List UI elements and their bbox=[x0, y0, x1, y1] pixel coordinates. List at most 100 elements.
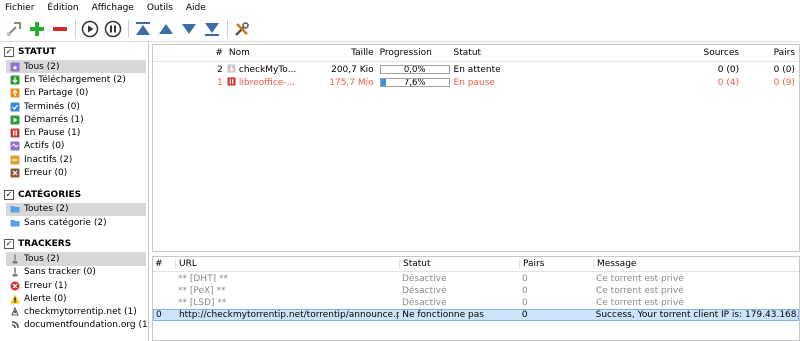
sidebar-item-uncategorized[interactable]: Sans catégorie (2) bbox=[0, 216, 148, 229]
sidebar-item-trackerless[interactable]: Sans tracker (0) bbox=[0, 266, 148, 279]
torrent-peers: 0 (0) bbox=[773, 64, 796, 75]
torrent-size: 175,7 Mio bbox=[329, 77, 374, 88]
tracker-peers: 0 bbox=[522, 274, 528, 284]
trackers-section-header[interactable]: ✓ TRACKERS bbox=[0, 236, 148, 252]
toolbar-separator bbox=[75, 19, 76, 38]
sidebar-item-paused[interactable]: En Pause (1) bbox=[0, 126, 148, 139]
sidebar-item-checkmytorrentip[interactable]: checkmytorrentip.net (1) bbox=[0, 305, 148, 318]
col-peers[interactable]: Pairs bbox=[743, 48, 799, 58]
categories-section-header[interactable]: ✓ CATÉGORIES bbox=[0, 187, 148, 203]
col-tracker-peers[interactable]: Pairs bbox=[519, 259, 593, 269]
col-url[interactable]: URL bbox=[175, 259, 399, 269]
add-torrent-icon[interactable] bbox=[27, 19, 47, 39]
sidebar-item-label: Alerte (0) bbox=[24, 293, 67, 304]
col-tracker-num[interactable]: # bbox=[153, 259, 175, 269]
checkbox-icon[interactable]: ✓ bbox=[4, 47, 14, 57]
col-status[interactable]: Statut bbox=[452, 48, 572, 58]
sidebar-item-label: Terminés (0) bbox=[24, 101, 80, 112]
tracker-row[interactable]: ** [DHT] ** Désactivé 0 Ce torrent est p… bbox=[153, 273, 799, 285]
delete-icon[interactable] bbox=[50, 19, 70, 39]
sidebar-item-error[interactable]: Erreur (0) bbox=[0, 166, 148, 179]
checkbox-icon[interactable]: ✓ bbox=[4, 189, 14, 200]
tracker-icon bbox=[10, 254, 20, 264]
torrent-progress: 7,6% bbox=[378, 78, 452, 87]
active-icon bbox=[10, 141, 20, 151]
sidebar-item-inactive[interactable]: Inactifs (2) bbox=[0, 153, 148, 166]
all-icon: ★ bbox=[10, 62, 20, 72]
pause-icon[interactable] bbox=[103, 19, 123, 39]
tracker-row-selected[interactable]: 0 http://checkmytorrentip.net/torrentip/… bbox=[153, 309, 799, 321]
sidebar-item-label: Démarrés (1) bbox=[24, 114, 84, 125]
sidebar-item-documentfoundation[interactable]: documentfoundation.org (1) bbox=[0, 319, 148, 332]
tracker-peers: 0 bbox=[522, 298, 528, 308]
torrent-size: 200,7 Kio bbox=[331, 64, 374, 75]
menu-bar: Fichier Édition Affichage Outils Aide bbox=[0, 0, 800, 16]
torrent-num: 1 bbox=[217, 77, 223, 88]
menu-help[interactable]: Aide bbox=[186, 3, 206, 13]
sidebar-item-completed[interactable]: Terminés (0) bbox=[0, 100, 148, 113]
tracker-url: ** [PeX] ** bbox=[178, 286, 226, 296]
torrent-paused-icon bbox=[227, 76, 239, 89]
col-tracker-status[interactable]: Statut bbox=[399, 259, 519, 269]
tracker-message: Ce torrent est privé bbox=[596, 298, 684, 308]
torrent-row[interactable]: 2 checkMyTo... 200,7 Kio 0,0% En attente… bbox=[153, 63, 799, 76]
sidebar-item-active[interactable]: Actifs (0) bbox=[0, 140, 148, 153]
top-priority-icon[interactable] bbox=[133, 19, 153, 39]
torrent-num: 2 bbox=[217, 64, 223, 75]
sidebar-item-seeding[interactable]: En Partage (0) bbox=[0, 87, 148, 100]
completed-icon bbox=[10, 102, 20, 112]
tracker-message: Ce torrent est privé bbox=[596, 274, 684, 284]
col-num[interactable]: # bbox=[153, 48, 227, 58]
menu-file[interactable]: Fichier bbox=[5, 3, 34, 13]
tracker-url: ** [DHT] ** bbox=[178, 274, 228, 284]
progress-bar: 0,0% bbox=[379, 65, 450, 74]
sidebar-item-label: En Téléchargement (2) bbox=[24, 74, 126, 85]
menu-tools[interactable]: Outils bbox=[147, 3, 173, 13]
sidebar-item-all[interactable]: ★ Tous (2) bbox=[6, 60, 146, 74]
sidebar-item-label: Tous (2) bbox=[24, 253, 60, 264]
tracker-site-icon bbox=[10, 320, 20, 330]
paused-icon bbox=[10, 128, 20, 138]
sidebar-item-all-categories[interactable]: Toutes (2) bbox=[6, 202, 146, 216]
sidebar-item-tracker-error[interactable]: Erreur (1) bbox=[0, 279, 148, 292]
col-name[interactable]: Nom bbox=[229, 48, 305, 58]
add-link-icon[interactable] bbox=[4, 19, 24, 39]
menu-edit[interactable]: Édition bbox=[47, 3, 78, 13]
tracker-row[interactable]: ** [LSD] ** Désactivé 0 Ce torrent est p… bbox=[153, 297, 799, 309]
col-progress[interactable]: Progression bbox=[378, 48, 452, 58]
col-message[interactable]: Message bbox=[593, 259, 799, 269]
torrent-queued-icon bbox=[227, 63, 239, 76]
sidebar-item-label: Actifs (0) bbox=[24, 141, 65, 152]
tracker-icon bbox=[10, 267, 20, 277]
torrent-list-header: # Nom Taille Progression Statut Sources … bbox=[153, 45, 799, 62]
sidebar-item-label: Erreur (0) bbox=[24, 168, 68, 179]
sidebar-item-label: checkmytorrentip.net (1) bbox=[24, 307, 137, 318]
resumed-icon bbox=[10, 115, 20, 125]
sidebar-item-label: Toutes (2) bbox=[24, 204, 69, 215]
decrease-priority-icon[interactable] bbox=[179, 19, 199, 39]
torrent-sources: 0 (0) bbox=[717, 64, 740, 75]
sidebar-item-label: Sans tracker (0) bbox=[24, 267, 96, 278]
tracker-peers: 0 bbox=[522, 286, 528, 296]
col-sources[interactable]: Sources bbox=[571, 48, 743, 58]
checkbox-icon[interactable]: ✓ bbox=[4, 239, 14, 250]
sidebar: ✓ STATUT ★ Tous (2) En Téléchargement (2… bbox=[0, 42, 149, 341]
col-size[interactable]: Taille bbox=[305, 48, 378, 58]
options-icon[interactable] bbox=[232, 19, 252, 39]
menu-view[interactable]: Affichage bbox=[92, 3, 134, 13]
bottom-priority-icon[interactable] bbox=[202, 19, 222, 39]
sidebar-item-tracker-warning[interactable]: Alerte (0) bbox=[0, 292, 148, 305]
trackers-table-header: # URL Statut Pairs Message bbox=[153, 257, 799, 272]
error-icon bbox=[10, 281, 20, 291]
sidebar-item-resumed[interactable]: Démarrés (1) bbox=[0, 113, 148, 126]
toolbar bbox=[0, 16, 800, 42]
increase-priority-icon[interactable] bbox=[156, 19, 176, 39]
resume-icon[interactable] bbox=[80, 19, 100, 39]
sidebar-item-downloading[interactable]: En Téléchargement (2) bbox=[0, 73, 148, 86]
downloading-icon bbox=[10, 75, 20, 85]
tracker-row[interactable]: ** [PeX] ** Désactivé 0 Ce torrent est p… bbox=[153, 285, 799, 297]
sidebar-item-label: Sans catégorie (2) bbox=[24, 217, 107, 228]
sidebar-item-all-trackers[interactable]: Tous (2) bbox=[6, 252, 146, 266]
status-section-header[interactable]: ✓ STATUT bbox=[0, 44, 148, 60]
torrent-row[interactable]: 1 libreoffice-... 175,7 Mio 7,6% En paus… bbox=[153, 76, 799, 89]
